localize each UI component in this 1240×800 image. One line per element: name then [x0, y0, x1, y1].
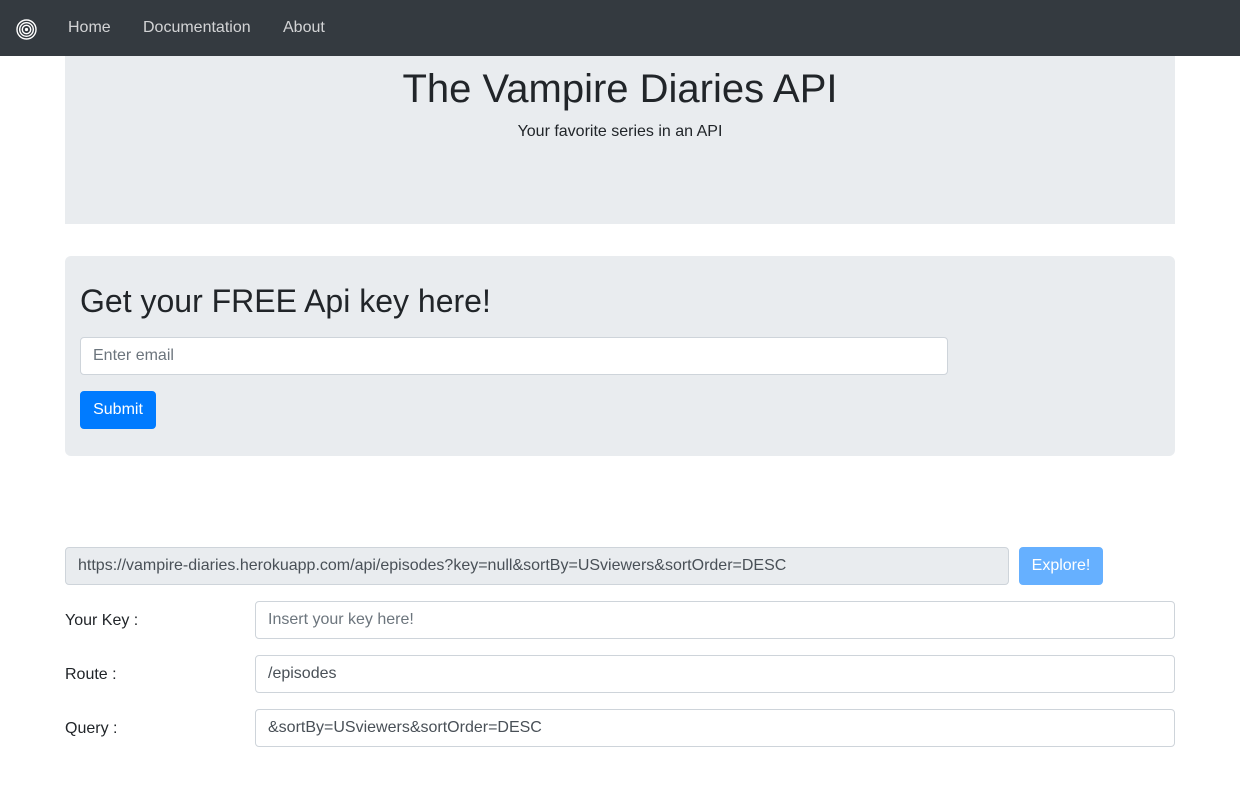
- request-url-field[interactable]: [65, 547, 1009, 585]
- page-subtitle: Your favorite series in an API: [517, 123, 723, 140]
- api-key-signup-card: Get your FREE Api key here! Submit: [65, 256, 1175, 456]
- brand-logo-icon[interactable]: [16, 19, 37, 40]
- route-label: Route :: [65, 666, 117, 683]
- query-label: Query :: [65, 720, 118, 737]
- email-field[interactable]: [80, 337, 948, 375]
- hero-jumbotron: The Vampire Diaries API Your favorite se…: [65, 56, 1175, 224]
- submit-button[interactable]: Submit: [80, 391, 156, 429]
- nav-link-documentation[interactable]: Documentation: [143, 18, 251, 37]
- key-label: Your Key :: [65, 612, 139, 629]
- nav-link-about[interactable]: About: [283, 18, 325, 37]
- page-title: The Vampire Diaries API: [402, 67, 838, 111]
- signup-heading: Get your FREE Api key here!: [80, 283, 491, 319]
- api-key-input[interactable]: [255, 601, 1175, 639]
- explore-button[interactable]: Explore!: [1019, 547, 1103, 585]
- top-navbar: Home Documentation About: [0, 0, 1240, 56]
- query-input[interactable]: [255, 709, 1175, 747]
- nav-link-home[interactable]: Home: [68, 18, 111, 37]
- route-input[interactable]: [255, 655, 1175, 693]
